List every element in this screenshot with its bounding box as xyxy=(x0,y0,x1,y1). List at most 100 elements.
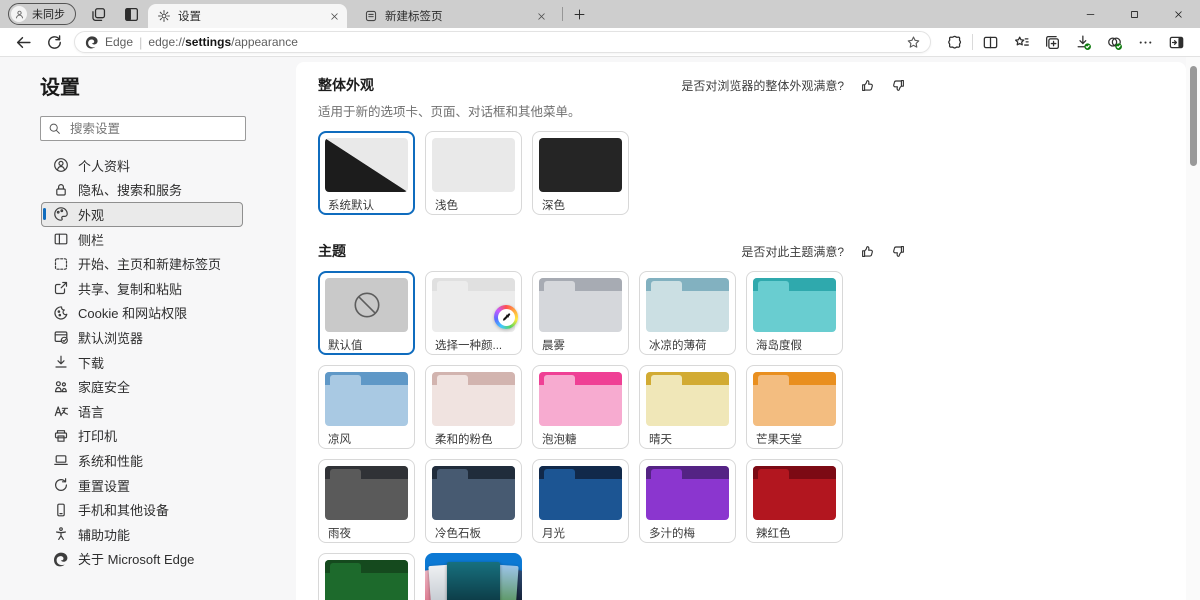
theme-card[interactable]: 多汁的梅 xyxy=(639,459,736,543)
theme-card[interactable]: 选择一种颜... xyxy=(425,271,522,355)
tab-settings[interactable]: 设置 xyxy=(148,4,347,28)
color-picker-badge[interactable] xyxy=(494,305,518,329)
theme-card[interactable]: 柔和的粉色 xyxy=(425,365,522,449)
theme-card[interactable]: 冷色石板 xyxy=(425,459,522,543)
tab-actions-icon[interactable] xyxy=(123,6,140,23)
printer-icon xyxy=(53,428,69,444)
thumbs-down-icon[interactable] xyxy=(891,78,906,93)
theme-swatch-tab xyxy=(437,375,468,385)
sidebar-item-lock[interactable]: 隐私、搜索和服务 xyxy=(41,178,243,203)
theme-swatch xyxy=(325,278,408,332)
theme-swatch xyxy=(753,278,836,332)
appearance-option-card[interactable]: 系统默认 xyxy=(318,131,415,215)
search-input[interactable] xyxy=(68,121,238,137)
sidebar-item-share[interactable]: 共享、复制和粘贴 xyxy=(41,276,243,301)
url-separator: | xyxy=(139,35,142,50)
appearance-option-card[interactable]: 深色 xyxy=(532,131,629,215)
theme-card[interactable]: 冰凉的薄荷 xyxy=(639,271,736,355)
sidebar-item-reset[interactable]: 重置设置 xyxy=(41,473,243,498)
theme-card[interactable]: 辣红色 xyxy=(746,459,843,543)
no-theme-icon xyxy=(325,278,408,332)
sidebar-item-profile[interactable]: 个人资料 xyxy=(41,153,243,178)
theme-card[interactable]: 海岛度假 xyxy=(746,271,843,355)
tab-close-icon[interactable] xyxy=(536,11,547,22)
sidebar-item-phone[interactable]: 手机和其他设备 xyxy=(41,497,243,522)
new-tab-button[interactable] xyxy=(573,8,586,21)
theme-label: 多汁的梅 xyxy=(649,525,729,541)
collections-icon[interactable] xyxy=(1044,34,1061,51)
sidebar-item-palette[interactable]: 外观 xyxy=(41,202,243,227)
overall-feedback-question: 是否对浏览器的整体外观满意? xyxy=(681,77,844,94)
window-controls xyxy=(1068,0,1200,28)
sidebar-item-laptop[interactable]: 系统和性能 xyxy=(41,448,243,473)
theme-swatch xyxy=(325,466,408,520)
workspaces-icon[interactable] xyxy=(90,6,107,23)
edge-logo-icon xyxy=(85,35,99,49)
minimize-button[interactable] xyxy=(1068,0,1112,28)
sidebar-nav: 个人资料隐私、搜索和服务外观侧栏开始、主页和新建标签页共享、复制和粘贴Cooki… xyxy=(41,153,243,571)
thumbs-up-icon[interactable] xyxy=(860,78,875,93)
downloads-icon[interactable] xyxy=(1075,34,1092,51)
theme-gallery-banner[interactable] xyxy=(425,553,522,600)
theme-card[interactable]: 默认值 xyxy=(318,271,415,355)
new-tab-page-icon xyxy=(364,9,378,23)
sidebar-item-sidebarpanel[interactable]: 侧栏 xyxy=(41,227,243,252)
sidebar-item-label: 手机和其他设备 xyxy=(78,500,169,519)
refresh-button[interactable] xyxy=(46,34,63,51)
appearance-swatch xyxy=(432,138,515,192)
theme-card[interactable]: 雨夜 xyxy=(318,459,415,543)
theme-swatch xyxy=(646,372,729,426)
theme-card[interactable]: 泡泡糖 xyxy=(532,365,629,449)
more-icon[interactable] xyxy=(1137,34,1154,51)
tab-title: 新建标签页 xyxy=(385,8,536,24)
sidebar-item-cookie[interactable]: Cookie 和网站权限 xyxy=(41,301,243,326)
sidebar-item-label: 系统和性能 xyxy=(78,451,143,470)
search-icon xyxy=(48,122,61,135)
theme-swatch xyxy=(753,466,836,520)
sidetoggle-icon[interactable] xyxy=(1168,34,1185,51)
theme-swatch xyxy=(646,278,729,332)
back-button[interactable] xyxy=(15,34,32,51)
home-icon xyxy=(53,256,69,272)
theme-swatch xyxy=(539,278,622,332)
theme-label: 晴天 xyxy=(649,431,729,447)
theme-card[interactable]: 晨雾 xyxy=(532,271,629,355)
favbar-icon[interactable] xyxy=(1013,34,1030,51)
sidebar-item-language[interactable]: 语言 xyxy=(41,399,243,424)
gear-icon xyxy=(157,9,171,23)
eyedropper-icon xyxy=(498,309,515,326)
profile-button[interactable]: 未同步 xyxy=(8,3,76,25)
scrollbar-track[interactable] xyxy=(1186,57,1200,600)
share-icon xyxy=(53,280,69,296)
essentials-icon[interactable] xyxy=(946,34,963,51)
appearance-option-card[interactable]: 浅色 xyxy=(425,131,522,215)
wallet-icon[interactable] xyxy=(1106,34,1123,51)
sidebar-item-label: 家庭安全 xyxy=(78,377,130,396)
theme-card[interactable]: 凉风 xyxy=(318,365,415,449)
theme-card[interactable]: 芒果天堂 xyxy=(746,365,843,449)
section-title-theme: 主题 xyxy=(318,241,346,261)
sidebar-item-printer[interactable]: 打印机 xyxy=(41,424,243,449)
thumbs-down-icon[interactable] xyxy=(891,244,906,259)
scrollbar-thumb[interactable] xyxy=(1190,66,1197,166)
search-settings-box[interactable] xyxy=(40,116,246,141)
sidebar-item-family[interactable]: 家庭安全 xyxy=(41,374,243,399)
tab-close-icon[interactable] xyxy=(329,11,340,22)
theme-card[interactable]: 月光 xyxy=(532,459,629,543)
tab-new-tab-page[interactable]: 新建标签页 xyxy=(355,4,554,28)
sidebar-item-browsercheck[interactable]: 默认浏览器 xyxy=(41,325,243,350)
sidebar-item-edge[interactable]: 关于 Microsoft Edge xyxy=(41,547,243,572)
sidebar-item-home[interactable]: 开始、主页和新建标签页 xyxy=(41,251,243,276)
close-window-button[interactable] xyxy=(1156,0,1200,28)
thumbs-up-icon[interactable] xyxy=(860,244,875,259)
split-icon[interactable] xyxy=(982,34,999,51)
theme-card[interactable] xyxy=(318,553,415,600)
maximize-button[interactable] xyxy=(1112,0,1156,28)
favorite-star-icon[interactable] xyxy=(906,35,921,50)
sidebar-item-accessibility[interactable]: 辅助功能 xyxy=(41,522,243,547)
theme-card[interactable]: 晴天 xyxy=(639,365,736,449)
theme-swatch-tab xyxy=(437,469,468,479)
address-bar[interactable]: Edge | edge://settings/appearance xyxy=(74,31,931,53)
phone-icon xyxy=(53,502,69,518)
sidebar-item-download[interactable]: 下载 xyxy=(41,350,243,375)
